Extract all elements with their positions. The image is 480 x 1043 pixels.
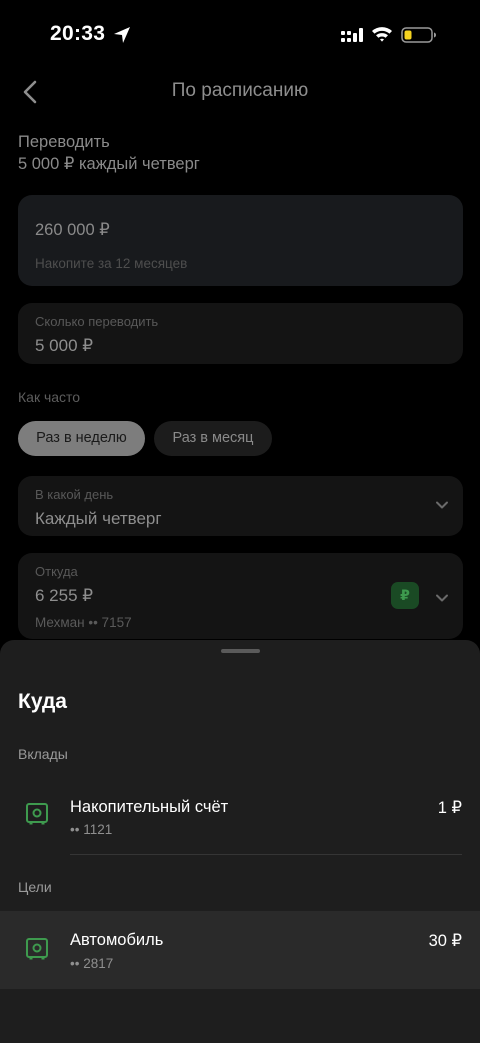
day-select-value: Каждый четверг [35, 509, 162, 528]
destination-sheet: Куда Вклады Накопительный счёт •• 1121 1… [0, 640, 480, 1043]
status-bar: 20:33 [0, 0, 480, 70]
amount-field[interactable]: Сколько переводить 5 000 ₽ [18, 303, 463, 364]
account-name: Накопительный счёт [70, 798, 229, 816]
section-label-goals: Цели [18, 879, 52, 895]
section-label-deposits: Вклады [18, 746, 68, 762]
sheet-grabber[interactable] [221, 649, 260, 653]
sheet-title: Куда [18, 690, 67, 713]
divider [70, 854, 462, 855]
amount-field-value: 5 000 ₽ [35, 336, 94, 355]
account-number: •• 2817 [70, 956, 114, 971]
summary-value: 5 000 ₽ каждый четверг [18, 155, 200, 173]
amount-field-label: Сколько переводить [35, 314, 159, 329]
account-number: •• 1121 [70, 822, 113, 837]
source-balance: 6 255 ₽ [35, 586, 94, 605]
location-arrow-icon [114, 27, 130, 43]
frequency-chip-monthly[interactable]: Раз в месяц [154, 421, 272, 456]
source-account-select[interactable]: Откуда 6 255 ₽ Мехман •• 7157 ₽ [18, 553, 463, 639]
frequency-label: Как часто [18, 389, 81, 405]
frequency-chip-weekly[interactable]: Раз в неделю [18, 421, 145, 456]
chevron-down-icon [436, 501, 448, 509]
day-select-label: В какой день [35, 487, 114, 502]
nav-header: По расписанию [0, 70, 480, 114]
day-select[interactable]: В какой день Каждый четверг [18, 476, 463, 536]
goal-hint: Накопите за 12 месяцев [35, 256, 188, 271]
safe-icon [26, 803, 48, 825]
ruble-currency-icon: ₽ [391, 582, 419, 609]
account-balance: 30 ₽ [428, 932, 462, 950]
account-row-savings[interactable]: Накопительный счёт •• 1121 1 ₽ [0, 771, 480, 855]
cellular-signal-icon [341, 28, 363, 42]
battery-icon [401, 27, 436, 43]
chevron-down-icon [436, 594, 448, 602]
transfer-summary: Переводить 5 000 ₽ каждый четверг [18, 131, 200, 175]
account-balance: 1 ₽ [437, 799, 462, 817]
safe-icon [26, 938, 48, 960]
account-row-car-goal[interactable]: Автомобиль •• 2817 30 ₽ [0, 911, 480, 989]
page-title: По расписанию [171, 80, 309, 101]
summary-label: Переводить [18, 133, 110, 151]
source-label: Откуда [35, 564, 78, 579]
goal-card: 260 000 ₽ Накопите за 12 месяцев [18, 195, 463, 286]
source-owner: Мехман •• 7157 [35, 615, 132, 630]
wifi-icon [372, 27, 392, 42]
goal-amount: 260 000 ₽ [35, 221, 110, 239]
status-time: 20:33 [50, 22, 106, 45]
account-name: Автомобиль [70, 931, 164, 949]
